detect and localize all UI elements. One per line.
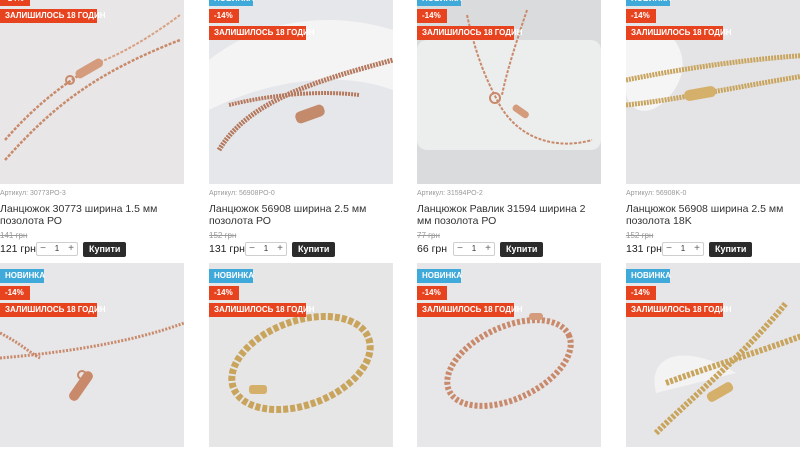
badge-group: -14% ЗАЛИШИЛОСЬ 18 ГОДИН bbox=[0, 0, 106, 26]
new-badge: НОВИНКА bbox=[209, 269, 254, 283]
badge-group: НОВИНКА -14% ЗАЛИШИЛОСЬ 18 ГОДИН bbox=[417, 0, 523, 43]
badge-group: НОВИНКА -14% ЗАЛИШИЛОСЬ 18 ГОДИН bbox=[626, 269, 732, 320]
plus-icon[interactable]: + bbox=[482, 243, 494, 255]
product-photo[interactable] bbox=[0, 0, 184, 184]
product-card[interactable]: НОВИНКА -14% ЗАЛИШИЛОСЬ 18 ГОДИН bbox=[209, 263, 393, 447]
buy-row: 121 грн − 1 + Купити bbox=[0, 241, 184, 257]
product-name[interactable]: Ланцюжок 56908 ширина 2.5 мм позолота РО bbox=[209, 203, 393, 228]
plus-icon[interactable]: + bbox=[691, 243, 703, 255]
time-left-badge: ЗАЛИШИЛОСЬ 18 ГОДИН bbox=[209, 26, 315, 40]
product-card[interactable]: НОВИНКА -14% ЗАЛИШИЛОСЬ 18 ГОДИН bbox=[626, 263, 800, 447]
quantity-stepper[interactable]: − 1 + bbox=[662, 242, 704, 256]
price: 66 грн bbox=[417, 243, 448, 255]
price: 131 грн bbox=[626, 243, 662, 255]
plus-icon[interactable]: + bbox=[65, 243, 77, 255]
quantity-stepper[interactable]: − 1 + bbox=[245, 242, 287, 256]
quantity-value[interactable]: 1 bbox=[466, 243, 482, 255]
product-card[interactable]: НОВИНКА -14% ЗАЛИШИЛОСЬ 18 ГОДИН Артикул… bbox=[626, 0, 800, 257]
price: 121 грн bbox=[0, 243, 36, 255]
time-left-badge: ЗАЛИШИЛОСЬ 18 ГОДИН bbox=[417, 303, 523, 317]
quantity-value[interactable]: 1 bbox=[258, 243, 274, 255]
product-card[interactable]: НОВИНКА -14% ЗАЛИШИЛОСЬ 18 ГОДИН bbox=[0, 263, 184, 447]
buy-button[interactable]: Купити bbox=[83, 241, 127, 257]
time-left-badge: ЗАЛИШИЛОСЬ 18 ГОДИН bbox=[626, 303, 732, 317]
product-name[interactable]: Ланцюжок 30773 ширина 1.5 мм позолота РО bbox=[0, 203, 184, 228]
minus-icon[interactable]: − bbox=[663, 243, 675, 255]
minus-icon[interactable]: − bbox=[246, 243, 258, 255]
quantity-value[interactable]: 1 bbox=[49, 243, 65, 255]
buy-button[interactable]: Купити bbox=[292, 241, 336, 257]
old-price: 141 грн bbox=[0, 231, 28, 240]
badge-group: НОВИНКА -14% ЗАЛИШИЛОСЬ 18 ГОДИН bbox=[0, 269, 106, 320]
minus-icon[interactable]: − bbox=[454, 243, 466, 255]
badge-group: НОВИНКА -14% ЗАЛИШИЛОСЬ 18 ГОДИН bbox=[209, 0, 315, 43]
new-badge: НОВИНКА bbox=[417, 0, 462, 6]
new-badge: НОВИНКА bbox=[626, 269, 671, 283]
badge-group: НОВИНКА -14% ЗАЛИШИЛОСЬ 18 ГОДИН bbox=[417, 269, 523, 320]
new-badge: НОВИНКА bbox=[417, 269, 462, 283]
time-left-badge: ЗАЛИШИЛОСЬ 18 ГОДИН bbox=[417, 26, 523, 40]
discount-badge: -14% bbox=[626, 9, 656, 23]
discount-badge: -14% bbox=[626, 286, 656, 300]
product-sku: Артикул: 31594PO-2 bbox=[417, 190, 483, 197]
product-name[interactable]: Ланцюжок Равлик 31594 ширина 2 мм позоло… bbox=[417, 203, 601, 228]
discount-badge: -14% bbox=[209, 9, 239, 23]
buy-row: 131 грн − 1 + Купити bbox=[626, 241, 800, 257]
product-sku: Артикул: 30773PO-3 bbox=[0, 190, 66, 197]
quantity-value[interactable]: 1 bbox=[675, 243, 691, 255]
product-name[interactable]: Ланцюжок 56908 ширина 2.5 мм позолота 18… bbox=[626, 203, 800, 228]
product-card[interactable]: НОВИНКА -14% ЗАЛИШИЛОСЬ 18 ГОДИН Артикул… bbox=[417, 0, 601, 257]
time-left-badge: ЗАЛИШИЛОСЬ 18 ГОДИН bbox=[0, 303, 106, 317]
buy-row: 131 грн − 1 + Купити bbox=[209, 241, 393, 257]
quantity-stepper[interactable]: − 1 + bbox=[453, 242, 495, 256]
old-price: 77 грн bbox=[417, 231, 440, 240]
new-badge: НОВИНКА bbox=[0, 269, 45, 283]
minus-icon[interactable]: − bbox=[37, 243, 49, 255]
plus-icon[interactable]: + bbox=[274, 243, 286, 255]
time-left-badge: ЗАЛИШИЛОСЬ 18 ГОДИН bbox=[209, 303, 315, 317]
old-price: 152 грн bbox=[626, 231, 654, 240]
buy-row: 66 грн − 1 + Купити bbox=[417, 241, 601, 257]
discount-badge: -14% bbox=[0, 0, 30, 6]
new-badge: НОВИНКА bbox=[209, 0, 254, 6]
time-left-badge: ЗАЛИШИЛОСЬ 18 ГОДИН bbox=[0, 9, 106, 23]
product-card[interactable]: -14% ЗАЛИШИЛОСЬ 18 ГОДИН Артикул: 30773P… bbox=[0, 0, 184, 257]
buy-button[interactable]: Купити bbox=[709, 241, 753, 257]
discount-badge: -14% bbox=[417, 9, 447, 23]
discount-badge: -14% bbox=[0, 286, 30, 300]
price: 131 грн bbox=[209, 243, 245, 255]
old-price: 152 грн bbox=[209, 231, 237, 240]
new-badge: НОВИНКА bbox=[626, 0, 671, 6]
product-grid: -14% ЗАЛИШИЛОСЬ 18 ГОДИН Артикул: 30773P… bbox=[0, 0, 800, 449]
product-card[interactable]: НОВИНКА -14% ЗАЛИШИЛОСЬ 18 ГОДИН bbox=[417, 263, 601, 447]
time-left-badge: ЗАЛИШИЛОСЬ 18 ГОДИН bbox=[626, 26, 732, 40]
quantity-stepper[interactable]: − 1 + bbox=[36, 242, 78, 256]
buy-button[interactable]: Купити bbox=[500, 241, 544, 257]
badge-group: НОВИНКА -14% ЗАЛИШИЛОСЬ 18 ГОДИН bbox=[209, 269, 315, 320]
discount-badge: -14% bbox=[209, 286, 239, 300]
badge-group: НОВИНКА -14% ЗАЛИШИЛОСЬ 18 ГОДИН bbox=[626, 0, 732, 43]
product-sku: Артикул: 56908K-0 bbox=[626, 190, 687, 197]
product-card[interactable]: НОВИНКА -14% ЗАЛИШИЛОСЬ 18 ГОДИН Артикул… bbox=[209, 0, 393, 257]
discount-badge: -14% bbox=[417, 286, 447, 300]
chain-image bbox=[0, 0, 184, 184]
product-sku: Артикул: 56908PO-0 bbox=[209, 190, 275, 197]
